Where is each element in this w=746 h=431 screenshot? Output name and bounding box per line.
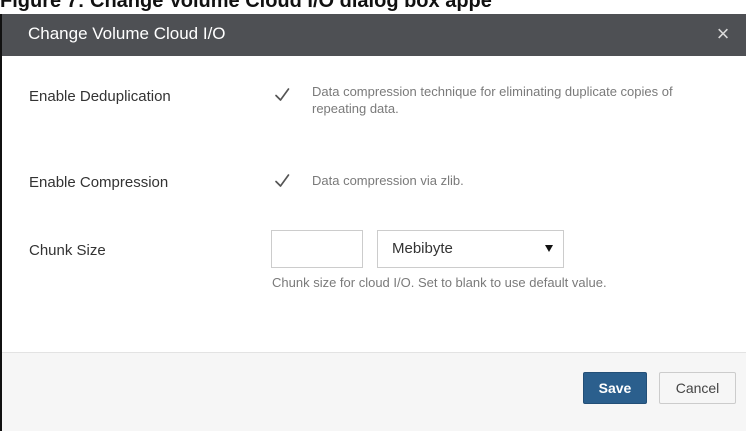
enable-compression-checkbox[interactable] <box>272 171 292 191</box>
chunk-size-unit-value: Mebibyte <box>392 240 453 257</box>
save-button[interactable]: Save <box>583 372 647 404</box>
background-caption-strip: Figure 7: Change Volume Cloud I/O dialog… <box>0 0 746 14</box>
chunk-size-help: Chunk size for cloud I/O. Set to blank t… <box>272 275 607 290</box>
enable-compression-help: Data compression via zlib. <box>312 173 464 188</box>
enable-deduplication-checkbox[interactable] <box>272 85 292 105</box>
enable-compression-label: Enable Compression <box>29 174 169 191</box>
background-caption: Figure 7: Change Volume Cloud I/O dialog… <box>0 0 492 12</box>
chunk-size-input[interactable] <box>271 230 363 268</box>
cancel-button[interactable]: Cancel <box>659 372 736 404</box>
dialog-title: Change Volume Cloud I/O <box>28 24 226 43</box>
checkmark-icon <box>275 174 290 187</box>
change-volume-cloud-io-dialog: Change Volume Cloud I/O × Enable Dedupli… <box>0 14 746 431</box>
checkmark-icon <box>275 88 290 101</box>
enable-deduplication-help: Data compression technique for eliminati… <box>312 84 673 116</box>
chevron-down-icon <box>545 245 553 252</box>
enable-deduplication-label: Enable Deduplication <box>29 88 171 105</box>
dialog-footer: Save Cancel <box>2 352 746 431</box>
dialog-header: Change Volume Cloud I/O × <box>2 14 746 56</box>
chunk-size-label: Chunk Size <box>29 242 106 259</box>
close-icon[interactable]: × <box>712 22 734 46</box>
chunk-size-unit-select[interactable]: Mebibyte <box>377 230 564 268</box>
